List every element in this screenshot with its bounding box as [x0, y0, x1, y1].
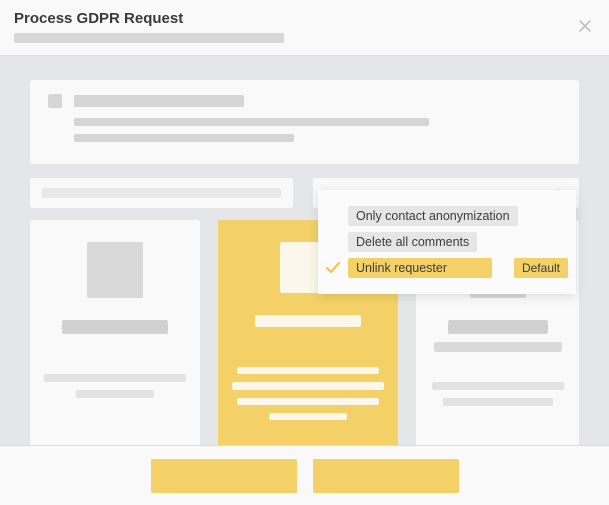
summary-icon-placeholder: [48, 94, 62, 108]
card-title-placeholder: [62, 320, 168, 334]
dropdown-option-delete-comments[interactable]: Delete all comments: [348, 232, 568, 252]
summary-line-2: [74, 134, 294, 142]
default-badge: Default: [514, 258, 568, 278]
card-line: [443, 398, 553, 406]
modal-title: Process GDPR Request: [14, 10, 595, 27]
card-title-placeholder: [255, 315, 361, 328]
action-dropdown-menu: Only contact anonymization Delete all co…: [318, 190, 576, 294]
modal-footer: [0, 445, 609, 505]
dropdown-option-label: Only contact anonymization: [348, 206, 518, 226]
dropdown-option-anonymize[interactable]: Only contact anonymization: [348, 206, 568, 226]
card-line: [76, 390, 154, 398]
card-line: [269, 413, 347, 420]
footer-button-primary[interactable]: [151, 459, 297, 493]
summary-title-placeholder: [74, 95, 244, 107]
check-icon: [324, 259, 342, 277]
dropdown-option-label: Unlink requester: [348, 258, 492, 278]
footer-button-secondary[interactable]: [313, 459, 459, 493]
close-icon[interactable]: [577, 18, 593, 34]
modal-header: Process GDPR Request: [0, 0, 609, 56]
option-card-1[interactable]: [30, 220, 200, 446]
card-line: [237, 367, 379, 374]
card-line: [232, 382, 384, 389]
card-icon-placeholder: [87, 242, 143, 298]
card-title-placeholder: [448, 320, 548, 334]
dropdown-option-label: Delete all comments: [348, 232, 477, 252]
dropdown-option-unlink-requester[interactable]: Unlink requester Default: [348, 258, 568, 278]
card-line: [237, 398, 379, 405]
header-subtitle-placeholder: [14, 33, 284, 43]
card-line: [44, 374, 186, 382]
request-summary-card: [30, 80, 579, 164]
card-line: [432, 382, 564, 390]
filter-input-left[interactable]: [30, 178, 293, 208]
card-subtitle-placeholder: [434, 342, 562, 352]
summary-line-1: [74, 118, 429, 126]
